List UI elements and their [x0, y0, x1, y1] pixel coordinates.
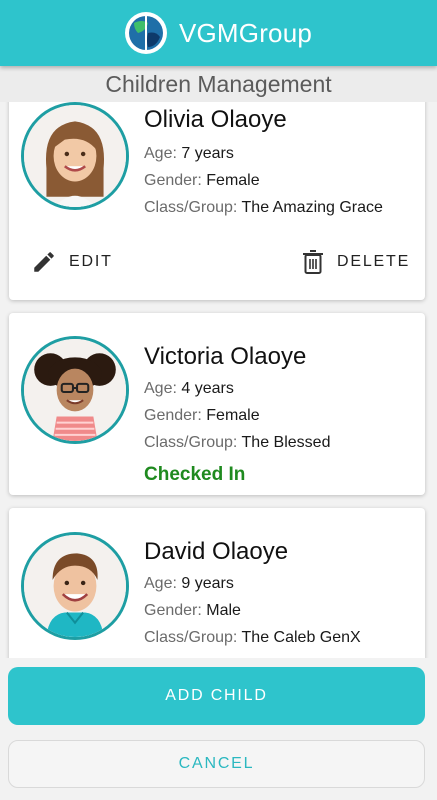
- page-title: Children Management: [0, 66, 437, 102]
- trash-icon: [303, 250, 323, 274]
- pencil-icon: [34, 252, 54, 272]
- child-avatar: [21, 336, 129, 444]
- child-card: David Olaoye Age: 9 years Gender: Male C…: [9, 508, 425, 658]
- cancel-button[interactable]: CANCEL: [8, 740, 425, 788]
- app-bar: VGMGroup: [0, 0, 437, 66]
- age-value: 7 years: [181, 145, 234, 162]
- class-group-value: The Amazing Grace: [241, 199, 383, 216]
- child-class-group: Class/Group: The Caleb GenX: [144, 629, 361, 647]
- delete-label: DELETE: [337, 253, 411, 270]
- gender-label: Gender:: [144, 172, 202, 189]
- child-avatar: [21, 532, 129, 640]
- age-label: Age:: [144, 575, 177, 592]
- child-avatar: [21, 102, 129, 210]
- edit-button[interactable]: EDIT: [31, 249, 113, 275]
- child-card: Olivia Olaoye Age: 7 years Gender: Femal…: [9, 102, 425, 300]
- class-group-label: Class/Group:: [144, 434, 238, 451]
- app-title: VGMGroup: [178, 17, 313, 48]
- child-class-group: Class/Group: The Blessed: [144, 434, 330, 452]
- gender-value: Male: [206, 602, 241, 619]
- delete-button[interactable]: DELETE: [301, 249, 410, 275]
- child-name: Victoria Olaoye: [144, 343, 307, 370]
- age-value: 4 years: [181, 380, 234, 397]
- child-age: Age: 9 years: [144, 575, 234, 593]
- child-name: David Olaoye: [144, 538, 289, 565]
- child-class-group: Class/Group: The Amazing Grace: [144, 199, 383, 217]
- globe-logo-icon: [124, 12, 167, 54]
- child-gender: Gender: Male: [144, 602, 241, 620]
- child-age: Age: 4 years: [144, 380, 234, 398]
- child-card: Victoria Olaoye Age: 4 years Gender: Fem…: [9, 313, 425, 495]
- class-group-value: The Blessed: [241, 434, 331, 451]
- age-label: Age:: [144, 380, 177, 397]
- class-group-label: Class/Group:: [144, 629, 238, 646]
- child-gender: Gender: Female: [144, 407, 260, 425]
- class-group-label: Class/Group:: [144, 199, 238, 216]
- add-child-button[interactable]: ADD CHILD: [8, 667, 425, 725]
- gender-value: Female: [206, 407, 260, 424]
- checked-in-status: Checked In: [144, 464, 246, 485]
- child-name: Olivia Olaoye: [144, 106, 287, 133]
- gender-label: Gender:: [144, 407, 202, 424]
- gender-label: Gender:: [144, 602, 202, 619]
- child-gender: Gender: Female: [144, 172, 260, 190]
- gender-value: Female: [206, 172, 260, 189]
- class-group-value: The Caleb GenX: [241, 629, 361, 646]
- edit-label: EDIT: [69, 253, 113, 270]
- children-list[interactable]: Olivia Olaoye Age: 7 years Gender: Femal…: [0, 102, 437, 658]
- age-value: 9 years: [181, 575, 234, 592]
- age-label: Age:: [144, 145, 177, 162]
- child-age: Age: 7 years: [144, 145, 234, 163]
